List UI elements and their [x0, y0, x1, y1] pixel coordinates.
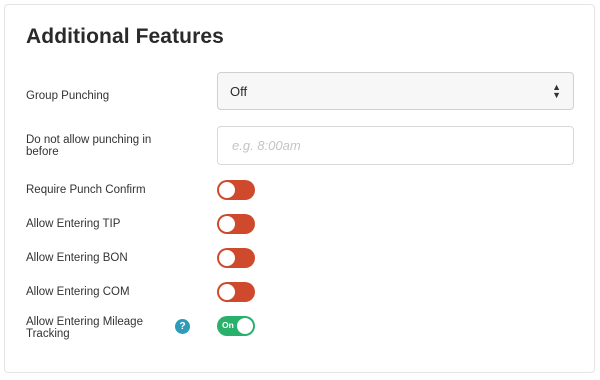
allow-com-toggle[interactable]	[217, 282, 255, 302]
require-punch-confirm-label: Require Punch Confirm	[26, 184, 146, 196]
toggle-on-text: On	[222, 320, 234, 330]
select-caret-icon: ▲ ▼	[552, 82, 561, 100]
toggle-knob	[219, 250, 235, 266]
allow-bon-toggle[interactable]	[217, 248, 255, 268]
additional-features-card: Additional Features Group Punching Off ▲…	[4, 4, 595, 373]
group-punching-select[interactable]: Off ▲ ▼	[217, 72, 574, 110]
section-title: Additional Features	[26, 25, 224, 48]
toggle-knob	[219, 182, 235, 198]
toggle-knob	[219, 284, 235, 300]
group-punching-label: Group Punching	[26, 90, 110, 102]
toggle-knob	[237, 318, 253, 334]
toggle-knob	[219, 216, 235, 232]
no-punch-before-label: Do not allow punching in before	[26, 134, 152, 158]
allow-tip-label: Allow Entering TIP	[26, 218, 121, 230]
help-icon[interactable]: ?	[175, 319, 190, 334]
allow-bon-label: Allow Entering BON	[26, 252, 128, 264]
allow-mileage-label: Allow Entering Mileage Tracking	[26, 316, 143, 340]
allow-mileage-toggle[interactable]: On	[217, 316, 255, 336]
group-punching-value: Off	[230, 84, 248, 99]
require-punch-confirm-toggle[interactable]	[217, 180, 255, 200]
no-punch-before-input[interactable]	[217, 126, 574, 165]
allow-tip-toggle[interactable]	[217, 214, 255, 234]
allow-com-label: Allow Entering COM	[26, 286, 130, 298]
